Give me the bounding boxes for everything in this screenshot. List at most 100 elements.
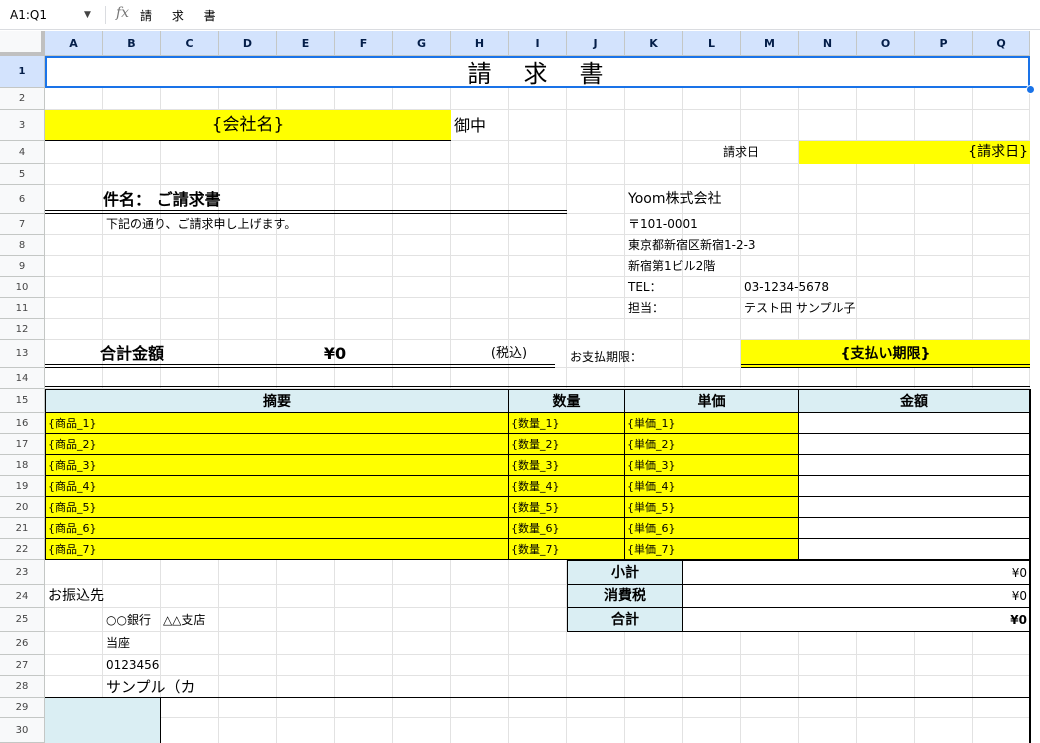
right-border bbox=[1029, 389, 1031, 743]
column-header-f[interactable]: F bbox=[335, 31, 393, 56]
due-label: お支払期限： bbox=[570, 350, 643, 364]
row-header-2[interactable]: 2 bbox=[0, 88, 45, 110]
person-value: テスト田 サンプル子 bbox=[744, 301, 856, 315]
date-cell[interactable]: {請求日} bbox=[799, 141, 1030, 164]
sender-name: Yoom株式会社 bbox=[628, 191, 722, 207]
row-header-13[interactable]: 13 bbox=[0, 340, 45, 368]
item-qty[interactable]: {数量_3} bbox=[509, 455, 625, 476]
column-header-n[interactable]: N bbox=[799, 31, 857, 56]
notes-header-cell bbox=[45, 698, 161, 743]
select-all-corner[interactable] bbox=[0, 31, 45, 56]
item-qty[interactable]: {数量_4} bbox=[509, 476, 625, 497]
item-desc[interactable]: {商品_7} bbox=[45, 539, 509, 560]
item-desc[interactable]: {商品_2} bbox=[45, 434, 509, 455]
item-amount[interactable] bbox=[799, 476, 1030, 497]
row-header-14[interactable]: 14 bbox=[0, 368, 45, 389]
row-header-25[interactable]: 25 bbox=[0, 608, 45, 632]
item-unit[interactable]: {単価_1} bbox=[625, 413, 799, 434]
header-qty: 数量 bbox=[509, 389, 625, 413]
account-holder: サンプル（カ bbox=[106, 678, 196, 696]
item-unit[interactable]: {単価_2} bbox=[625, 434, 799, 455]
account-number: 0123456 bbox=[106, 658, 160, 672]
company-name-cell[interactable]: {会社名} bbox=[45, 110, 451, 141]
row-header-8[interactable]: 8 bbox=[0, 235, 45, 256]
formula-input[interactable]: 請 求 書 bbox=[140, 7, 224, 24]
row-header-24[interactable]: 24 bbox=[0, 585, 45, 608]
column-header-d[interactable]: D bbox=[219, 31, 277, 56]
selection-handle[interactable] bbox=[1026, 85, 1035, 94]
row-header-6[interactable]: 6 bbox=[0, 185, 45, 214]
column-header-q[interactable]: Q bbox=[973, 31, 1030, 56]
column-header-j[interactable]: J bbox=[567, 31, 625, 56]
item-qty[interactable]: {数量_7} bbox=[509, 539, 625, 560]
column-header-p[interactable]: P bbox=[915, 31, 973, 56]
subtotal-value: ¥0 bbox=[683, 560, 1030, 585]
subtotal-label: 小計 bbox=[567, 560, 683, 585]
row-header-28[interactable]: 28 bbox=[0, 676, 45, 698]
item-desc[interactable]: {商品_3} bbox=[45, 455, 509, 476]
row-header-18[interactable]: 18 bbox=[0, 455, 45, 476]
row-header-27[interactable]: 27 bbox=[0, 655, 45, 676]
header-unit: 単価 bbox=[625, 389, 799, 413]
column-header-e[interactable]: E bbox=[277, 31, 335, 56]
item-amount[interactable] bbox=[799, 497, 1030, 518]
row-header-22[interactable]: 22 bbox=[0, 539, 45, 560]
column-header-o[interactable]: O bbox=[857, 31, 915, 56]
item-desc[interactable]: {商品_5} bbox=[45, 497, 509, 518]
item-qty[interactable]: {数量_2} bbox=[509, 434, 625, 455]
grand-label: 合計 bbox=[567, 608, 683, 632]
item-unit[interactable]: {単価_5} bbox=[625, 497, 799, 518]
column-header-g[interactable]: G bbox=[393, 31, 451, 56]
item-qty[interactable]: {数量_5} bbox=[509, 497, 625, 518]
column-header-c[interactable]: C bbox=[161, 31, 219, 56]
item-unit[interactable]: {単価_3} bbox=[625, 455, 799, 476]
column-header-i[interactable]: I bbox=[509, 31, 567, 56]
column-header-m[interactable]: M bbox=[741, 31, 799, 56]
item-unit[interactable]: {単価_4} bbox=[625, 476, 799, 497]
row-header-26[interactable]: 26 bbox=[0, 632, 45, 655]
row-header-19[interactable]: 19 bbox=[0, 476, 45, 497]
row-header-15[interactable]: 15 bbox=[0, 389, 45, 413]
row-header-29[interactable]: 29 bbox=[0, 698, 45, 718]
column-header-k[interactable]: K bbox=[625, 31, 683, 56]
item-amount[interactable] bbox=[799, 539, 1030, 560]
item-amount[interactable] bbox=[799, 413, 1030, 434]
row-header-5[interactable]: 5 bbox=[0, 164, 45, 185]
row-header-23[interactable]: 23 bbox=[0, 560, 45, 585]
item-desc[interactable]: {商品_6} bbox=[45, 518, 509, 539]
item-desc[interactable]: {商品_1} bbox=[45, 413, 509, 434]
formula-bar: A1:Q1 ▼ fx 請 求 書 bbox=[0, 0, 1040, 30]
chevron-down-icon[interactable]: ▼ bbox=[84, 3, 91, 27]
column-header-l[interactable]: L bbox=[683, 31, 741, 56]
header-desc: 摘要 bbox=[45, 389, 509, 413]
sender-address2: 新宿第1ビル2階 bbox=[628, 259, 716, 273]
date-label: 請求日 bbox=[722, 145, 759, 159]
invoice-title[interactable]: 請 求 書 bbox=[45, 56, 1030, 88]
item-unit[interactable]: {単価_7} bbox=[625, 539, 799, 560]
item-qty[interactable]: {数量_1} bbox=[509, 413, 625, 434]
row-header-7[interactable]: 7 bbox=[0, 214, 45, 235]
item-amount[interactable] bbox=[799, 455, 1030, 476]
row-header-30[interactable]: 30 bbox=[0, 718, 45, 743]
row-header-20[interactable]: 20 bbox=[0, 497, 45, 518]
row-header-10[interactable]: 10 bbox=[0, 277, 45, 298]
name-box[interactable]: A1:Q1 ▼ bbox=[0, 3, 104, 27]
item-qty[interactable]: {数量_6} bbox=[509, 518, 625, 539]
row-header-21[interactable]: 21 bbox=[0, 518, 45, 539]
column-header-a[interactable]: A bbox=[45, 31, 103, 56]
row-header-11[interactable]: 11 bbox=[0, 298, 45, 319]
item-desc[interactable]: {商品_4} bbox=[45, 476, 509, 497]
column-header-b[interactable]: B bbox=[103, 31, 161, 56]
row-header-16[interactable]: 16 bbox=[0, 413, 45, 434]
item-unit[interactable]: {単価_6} bbox=[625, 518, 799, 539]
row-header-9[interactable]: 9 bbox=[0, 256, 45, 277]
item-amount[interactable] bbox=[799, 518, 1030, 539]
row-header-17[interactable]: 17 bbox=[0, 434, 45, 455]
item-amount[interactable] bbox=[799, 434, 1030, 455]
honorific: 御中 bbox=[454, 116, 487, 135]
row-header-3[interactable]: 3 bbox=[0, 110, 45, 141]
row-header-4[interactable]: 4 bbox=[0, 141, 45, 164]
row-header-1[interactable]: 1 bbox=[0, 56, 45, 88]
column-header-h[interactable]: H bbox=[451, 31, 509, 56]
row-header-12[interactable]: 12 bbox=[0, 319, 45, 340]
